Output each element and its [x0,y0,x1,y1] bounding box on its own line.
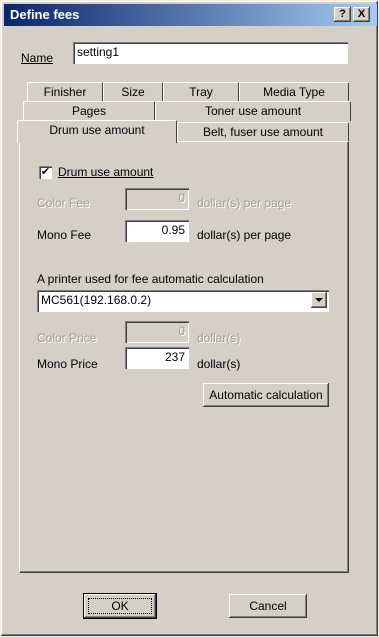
help-button[interactable]: ? [334,7,351,22]
ok-button[interactable]: OK [83,593,157,619]
tab-finisher[interactable]: Finisher [27,82,103,102]
color-fee-label: Color Fee [37,196,90,210]
mono-price-label: Mono Price [37,357,98,371]
tab-media-type[interactable]: Media Type [239,82,349,102]
name-input[interactable]: setting1 [73,42,348,64]
color-price-input[interactable]: 0 [125,321,189,343]
tab-tray[interactable]: Tray [163,82,239,102]
tab-toner-use-amount[interactable]: Toner use amount [155,101,351,121]
chevron-down-icon[interactable] [311,292,327,308]
focus-ring [88,598,152,614]
printer-label: A printer used for fee automatic calcula… [37,272,264,286]
automatic-calculation-button[interactable]: Automatic calculation [203,383,329,407]
tab-pages[interactable]: Pages [23,101,155,121]
drum-use-amount-label-text: Drum use amount [58,165,154,179]
printer-select-value: MC561(192.168.0.2) [41,293,152,307]
mono-fee-input[interactable]: 0.95 [125,220,189,242]
printer-select[interactable]: MC561(192.168.0.2) [37,290,329,312]
mono-fee-label: Mono Fee [37,228,92,242]
close-button[interactable]: X [353,7,370,22]
mono-price-unit: dollar(s) [197,357,241,371]
mono-price-input[interactable]: 237 [125,347,189,369]
color-fee-input[interactable]: 0 [125,188,189,210]
tab-size[interactable]: Size [103,82,163,102]
name-label: Name [21,51,53,65]
tab-drum-use-amount[interactable]: Drum use amount [17,120,177,143]
mono-fee-unit: dollar(s) per page [197,228,292,242]
tab-belt-fuser-use-amount[interactable]: Belt, fuser use amount [177,122,349,142]
color-price-unit: dollar(s) [197,331,241,345]
drum-use-amount-checkbox-label: Drum use amount [58,165,153,179]
drum-use-amount-checkbox[interactable]: ✔ [39,166,52,179]
cancel-button[interactable]: Cancel [229,594,307,618]
color-fee-unit: dollar(s) per page [197,196,292,210]
window-title: Define fees [10,7,80,22]
color-price-label: Color Price [37,331,97,345]
name-label-text: Name [21,51,54,65]
define-fees-dialog: Define fees ? X Name setting1 Finisher S… [0,0,379,637]
title-bar: Define fees ? X [4,4,377,26]
